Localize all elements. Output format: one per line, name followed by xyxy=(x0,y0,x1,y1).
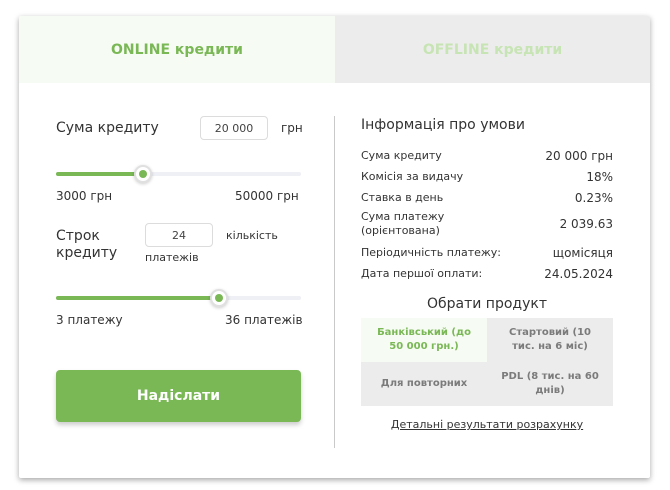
loan-term-label: Строк кредиту xyxy=(56,228,117,262)
loan-amount-slider[interactable] xyxy=(56,172,301,176)
info-row-label: Сума платежу (орієнтована) xyxy=(361,210,444,238)
submit-button[interactable]: Надіслати xyxy=(56,370,301,422)
product-option-starter[interactable]: Стартовий (10 тис. на 6 міс) xyxy=(487,318,613,362)
product-option-repeat[interactable]: Для повторних xyxy=(361,362,487,406)
tab-offline-credits[interactable]: OFFLINE кредити xyxy=(335,16,650,83)
info-row-label: Комісія за видачу xyxy=(361,170,464,183)
info-row-label-line1: Сума платежу xyxy=(361,210,445,223)
info-row-first-payment: Дата першої оплати: 24.05.2024 xyxy=(361,267,613,283)
loan-amount-unit: грн xyxy=(281,121,303,135)
loan-amount-input[interactable]: 20 000 xyxy=(200,116,268,140)
info-row-label: Сума кредиту xyxy=(361,149,442,162)
info-row-label: Ставка в день xyxy=(361,191,444,204)
loan-amount-slider-handle[interactable] xyxy=(134,165,152,183)
info-row-payment: Сума платежу (орієнтована) 2 039.63 xyxy=(361,210,613,240)
loan-term-min: 3 платежу xyxy=(56,313,123,327)
loan-term-max: 36 платежів xyxy=(225,313,303,327)
info-row-label: Періодичність платежу: xyxy=(361,246,502,259)
column-divider xyxy=(334,116,335,448)
loan-amount-slider-fill xyxy=(56,172,143,176)
info-row-label: Дата першої оплати: xyxy=(361,267,483,280)
info-row-periodicity: Періодичність платежу: щомісяця xyxy=(361,246,613,262)
tab-online-credits[interactable]: ONLINE кредити xyxy=(19,16,335,83)
info-row-label-line2: (орієнтована) xyxy=(361,224,440,237)
loan-term-label-line2: кредиту xyxy=(56,245,118,261)
loan-amount-label: Сума кредиту xyxy=(56,120,159,136)
loan-term-input[interactable]: 24 xyxy=(145,223,213,247)
info-title: Інформація про умови xyxy=(361,117,525,133)
info-row-value: 2 039.63 xyxy=(559,217,613,231)
product-title: Обрати продукт xyxy=(426,296,547,312)
loan-term-slider-handle[interactable] xyxy=(210,289,228,307)
info-row-value: 20 000 грн xyxy=(545,149,613,163)
loan-term-unit-line2: платежів xyxy=(145,251,199,264)
loan-term-slider[interactable] xyxy=(56,296,301,300)
product-option-pdl[interactable]: PDL (8 тис. на 60 днів) xyxy=(487,362,613,406)
loan-amount-max: 50000 грн xyxy=(235,189,299,203)
loan-term-slider-fill xyxy=(56,296,219,300)
calculator-card: ONLINE кредити OFFLINE кредити Сума кред… xyxy=(19,16,650,478)
tab-bar: ONLINE кредити OFFLINE кредити xyxy=(19,16,650,83)
loan-term-unit-line1: кількість xyxy=(226,229,278,242)
info-row-amount: Сума кредиту 20 000 грн xyxy=(361,149,613,165)
product-option-bank[interactable]: Банківський (до 50 000 грн.) xyxy=(361,318,487,362)
loan-term-label-line1: Строк xyxy=(56,228,100,244)
info-row-value: щомісяця xyxy=(552,246,613,260)
info-row-daily-rate: Ставка в день 0.23% xyxy=(361,191,613,207)
info-row-value: 24.05.2024 xyxy=(544,267,613,281)
info-row-value: 0.23% xyxy=(574,191,613,205)
info-row-value: 18% xyxy=(586,170,613,184)
detailed-results-link[interactable]: Детальні результати розрахунку xyxy=(361,418,613,431)
info-row-commission: Комісія за видачу 18% xyxy=(361,170,613,186)
loan-amount-min: 3000 грн xyxy=(56,189,113,203)
